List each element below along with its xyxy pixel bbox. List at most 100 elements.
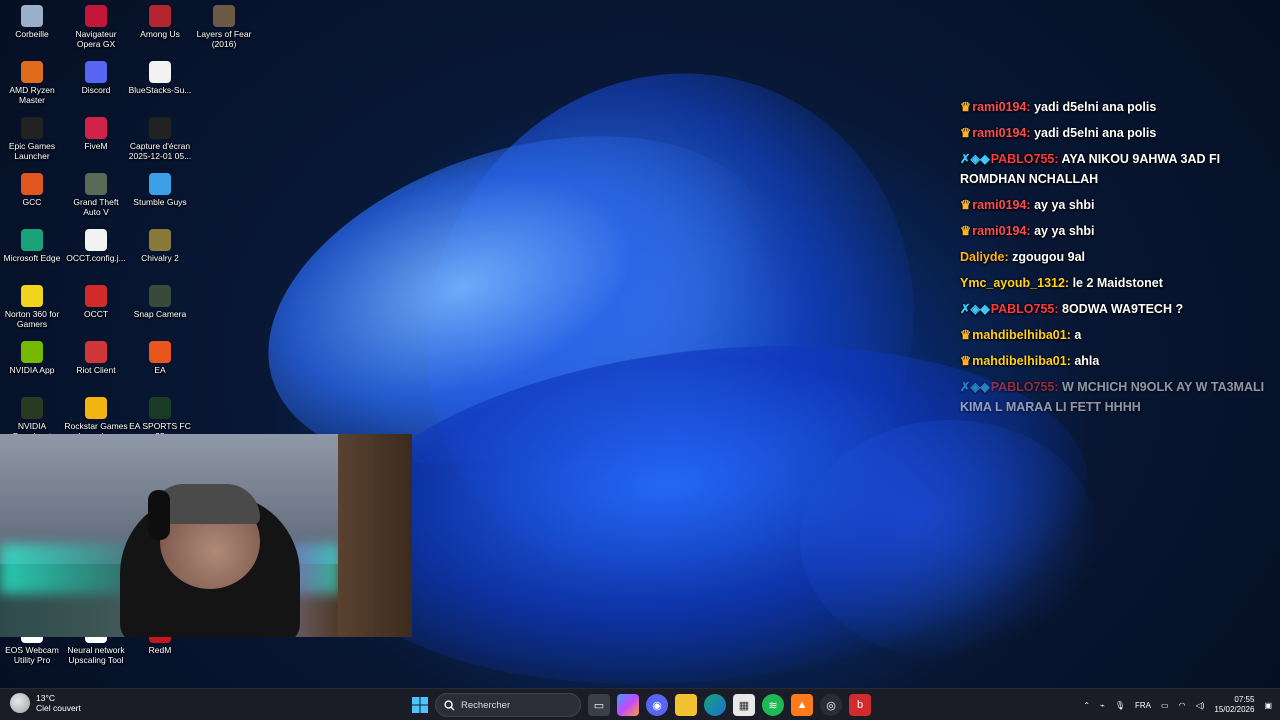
rockstar-icon bbox=[85, 397, 107, 419]
discord-taskbar-icon[interactable]: ◉ bbox=[646, 694, 668, 716]
desktop-icon-label: Neural network Upscaling Tool bbox=[67, 645, 125, 665]
network-icon[interactable]: ⌁ bbox=[1100, 701, 1105, 710]
clock[interactable]: 07:55 15/02/2026 bbox=[1214, 695, 1254, 715]
desktop-icon[interactable]: OCCT.config.j... bbox=[64, 229, 128, 263]
desktop-icon-label: EA bbox=[154, 365, 166, 375]
crown-badge-icon: ♛ bbox=[960, 100, 972, 114]
ea-icon bbox=[149, 341, 171, 363]
microsoft-store-icon[interactable]: ▦ bbox=[733, 694, 755, 716]
desktop-icon[interactable]: Microsoft Edge bbox=[0, 229, 64, 263]
search-placeholder: Rechercher bbox=[461, 699, 511, 711]
occt-icon bbox=[85, 285, 107, 307]
search-box[interactable]: Rechercher bbox=[435, 693, 581, 717]
desktop-icon[interactable]: NVIDIA App bbox=[0, 341, 64, 375]
file-explorer-icon[interactable] bbox=[675, 694, 697, 716]
desktop-icon[interactable]: OCCT bbox=[64, 285, 128, 319]
chat-text: zgougou 9al bbox=[1008, 250, 1086, 264]
copilot-icon[interactable] bbox=[617, 694, 639, 716]
crown-badge-icon: ♛ bbox=[960, 354, 972, 368]
desktop-icon-label: OCCT.config.j... bbox=[66, 253, 126, 263]
webcam-overlay bbox=[0, 434, 412, 637]
microphone-icon[interactable]: 🎙︎ bbox=[1115, 701, 1125, 710]
crown-badge-icon: ♛ bbox=[960, 224, 972, 238]
desktop-icon-label: Navigateur Opera GX bbox=[75, 29, 117, 49]
edge-taskbar-icon[interactable] bbox=[704, 694, 726, 716]
volume-icon[interactable]: ◁) bbox=[1196, 701, 1205, 710]
clock-time: 07:55 bbox=[1234, 695, 1255, 704]
gcc-icon bbox=[21, 173, 43, 195]
amd-ryzen-master-icon bbox=[21, 61, 43, 83]
desktop-icon-label: GCC bbox=[22, 197, 42, 207]
desktop-icon[interactable]: FiveM bbox=[64, 117, 128, 151]
chat-username: Ymc_ayoub_1312: bbox=[960, 276, 1070, 290]
desktop-icon[interactable]: Layers of Fear (2016) bbox=[192, 5, 256, 49]
display-icon[interactable]: ▭ bbox=[1161, 701, 1169, 710]
chevron-up-icon[interactable]: ⌃ bbox=[1083, 701, 1090, 710]
taskbar: 13°C Ciel couvert Rechercher ▭ ◉ ▦ ≋ ▲ ◎… bbox=[0, 688, 1280, 720]
desktop-icon[interactable]: Corbeille bbox=[0, 5, 64, 39]
task-view-icon[interactable]: ▭ bbox=[588, 694, 610, 716]
desktop-icon[interactable]: Discord bbox=[64, 61, 128, 95]
chat-message: ♛rami0194: yadi d5elni ana polis bbox=[960, 120, 1270, 146]
app-red-icon[interactable]: b bbox=[849, 694, 871, 716]
snap-camera-icon bbox=[149, 285, 171, 307]
desktop-icon[interactable]: Epic Games Launcher bbox=[0, 117, 64, 161]
desktop-icon[interactable]: Snap Camera bbox=[128, 285, 192, 319]
among-us-icon bbox=[149, 5, 171, 27]
desktop-icon-label: Norton 360 for Gamers bbox=[4, 309, 60, 329]
desktop-icon[interactable]: Among Us bbox=[128, 5, 192, 39]
desktop-icon[interactable]: AMD Ryzen Master bbox=[0, 61, 64, 105]
recycle-bin-icon bbox=[21, 5, 43, 27]
wifi-icon[interactable]: ◠ bbox=[1179, 701, 1186, 710]
desktop-icon-label: Epic Games Launcher bbox=[8, 141, 56, 161]
file-icon bbox=[85, 229, 107, 251]
desktop-icon[interactable]: Grand Theft Auto V bbox=[64, 173, 128, 217]
language-indicator[interactable]: FRA bbox=[1135, 701, 1151, 710]
chat-username: PABLO755: bbox=[990, 152, 1059, 166]
obs-icon[interactable]: ◎ bbox=[820, 694, 842, 716]
desktop-icon-label: Stumble Guys bbox=[133, 197, 187, 207]
desktop-icon[interactable]: BlueStacks-Su... bbox=[128, 61, 192, 95]
desktop-icon-label: Discord bbox=[81, 85, 111, 95]
desktop-icon[interactable]: Stumble Guys bbox=[128, 173, 192, 207]
crown-badge-icon: ♛ bbox=[960, 328, 972, 342]
weather-widget[interactable]: 13°C Ciel couvert bbox=[10, 693, 81, 713]
desktop-icon[interactable]: Riot Client bbox=[64, 341, 128, 375]
chat-message: ♛rami0194: ay ya shbi bbox=[960, 218, 1270, 244]
chat-text: yadi d5elni ana polis bbox=[1030, 126, 1157, 140]
desktop-icon[interactable]: Norton 360 for Gamers bbox=[0, 285, 64, 329]
chat-username: rami0194: bbox=[972, 198, 1031, 212]
stream-chat-overlay: ♛rami0194: yadi d5elni ana polis ♛rami019… bbox=[960, 94, 1270, 420]
chat-message: ♛mahdibelhiba01: ahla bbox=[960, 348, 1270, 374]
chat-username: rami0194: bbox=[972, 100, 1031, 114]
chat-username: Daliyde: bbox=[960, 250, 1009, 264]
desktop-icon[interactable]: EA bbox=[128, 341, 192, 375]
chat-username: PABLO755: bbox=[990, 302, 1059, 316]
fivem-icon bbox=[85, 117, 107, 139]
desktop-icon-label: NVIDIA App bbox=[9, 365, 55, 375]
chat-text: ay ya shbi bbox=[1030, 198, 1095, 212]
desktop-icon[interactable]: GCC bbox=[0, 173, 64, 207]
desktop-icon[interactable]: Capture d'écran 2025-12-01 05... bbox=[128, 117, 192, 161]
notification-icon[interactable]: ▣ bbox=[1264, 701, 1272, 710]
desktop-icon-label: EOS Webcam Utility Pro bbox=[5, 645, 59, 665]
file-icon bbox=[149, 61, 171, 83]
system-tray: ⌃ ⌁ 🎙︎ FRA ▭ ◠ ◁) 07:55 15/02/2026 ▣ bbox=[1083, 689, 1272, 720]
spotify-icon[interactable]: ≋ bbox=[762, 694, 784, 716]
moderator-badge-icon: ✗◈◆ bbox=[960, 152, 990, 166]
desktop-icon[interactable]: Navigateur Opera GX bbox=[64, 5, 128, 49]
chat-text: yadi d5elni ana polis bbox=[1030, 100, 1157, 114]
edge-icon bbox=[21, 229, 43, 251]
app-orange-icon[interactable]: ▲ bbox=[791, 694, 813, 716]
chat-message: ♛mahdibelhiba01: a bbox=[960, 322, 1270, 348]
chat-username: mahdibelhiba01: bbox=[972, 354, 1071, 368]
desktop-icon-label: Chivalry 2 bbox=[141, 253, 179, 263]
desktop-icon[interactable]: Chivalry 2 bbox=[128, 229, 192, 263]
nvidia-icon bbox=[21, 341, 43, 363]
gta-v-icon bbox=[85, 173, 107, 195]
windows-logo-icon bbox=[412, 697, 428, 713]
start-button[interactable] bbox=[409, 694, 431, 716]
crown-badge-icon: ♛ bbox=[960, 126, 972, 140]
desktop-icon-label: Capture d'écran 2025-12-01 05... bbox=[128, 141, 192, 161]
opera-gx-icon bbox=[85, 5, 107, 27]
